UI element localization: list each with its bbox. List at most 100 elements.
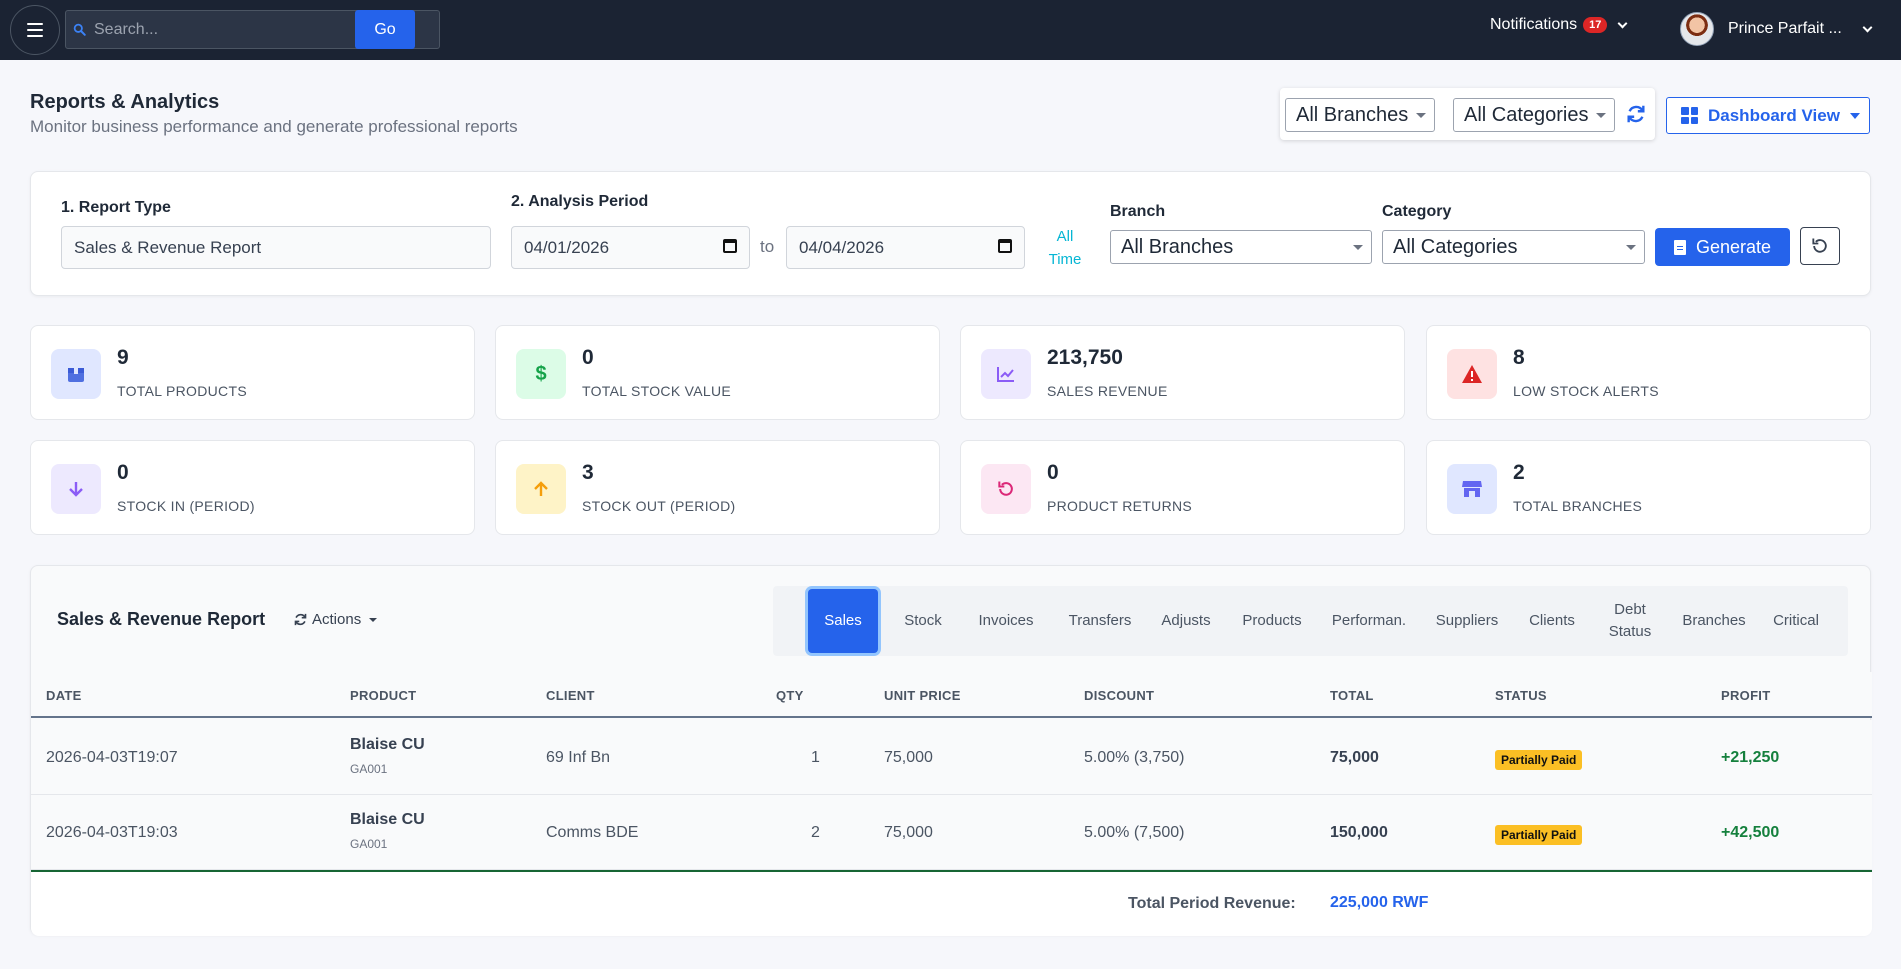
tab-branches[interactable]: Branches (1673, 586, 1755, 656)
status-badge: Partially Paid (1495, 825, 1583, 845)
caret-down-icon (1596, 113, 1606, 118)
grid-icon (1681, 107, 1698, 124)
notifications-label: Notifications (1490, 16, 1578, 33)
status-badge: Partially Paid (1495, 750, 1583, 770)
start-date-value: 04/01/2026 (524, 237, 610, 257)
tab-products[interactable]: Products (1229, 586, 1315, 656)
header-branch-select[interactable]: All Branches (1285, 98, 1435, 132)
report-title: Sales & Revenue Report (57, 609, 266, 629)
table-header: DATE PRODUCT CLIENT QTY UNIT PRICE DISCO… (31, 672, 1872, 718)
col-total[interactable]: TOTAL (1330, 688, 1374, 703)
warning-icon (1447, 349, 1497, 399)
search-icon (73, 23, 86, 36)
col-product[interactable]: PRODUCT (350, 688, 416, 703)
branch-select[interactable]: All Branches (1110, 230, 1372, 264)
box-icon (51, 349, 101, 399)
dashboard-view-button[interactable]: Dashboard View (1666, 97, 1870, 134)
report-type-select[interactable]: Sales & Revenue Report (61, 226, 491, 269)
col-client[interactable]: CLIENT (546, 688, 595, 703)
tab-clients[interactable]: Clients (1517, 586, 1587, 656)
search-go-button[interactable]: Go (355, 10, 415, 49)
user-menu[interactable]: Prince Parfait ... (1680, 12, 1873, 46)
tab-performance[interactable]: Performan. (1321, 586, 1417, 656)
user-name: Prince Parfait ... (1728, 20, 1842, 37)
caret-down-icon (1353, 245, 1363, 250)
stat-value: 0 (582, 346, 594, 369)
undo-icon (1812, 238, 1827, 253)
tab-debt-status[interactable]: Debt Status (1595, 586, 1665, 656)
tab-transfers[interactable]: Transfers (1055, 586, 1145, 656)
table-row[interactable]: 2026-04-03T19:07 Blaise CU GA001 69 Inf … (31, 720, 1872, 795)
col-status[interactable]: STATUS (1495, 688, 1547, 703)
end-date-value: 04/04/2026 (799, 237, 885, 257)
caret-down-icon (1626, 245, 1636, 250)
stat-value: 3 (582, 461, 594, 484)
caret-down-icon (369, 617, 378, 622)
stat-value: 9 (117, 346, 129, 369)
col-qty[interactable]: QTY (776, 688, 804, 703)
col-discount[interactable]: DISCOUNT (1084, 688, 1154, 703)
caret-down-icon (1849, 112, 1860, 119)
cell-sku: GA001 (350, 837, 388, 851)
actions-dropdown[interactable]: Actions (293, 611, 378, 628)
branch-select-value: All Branches (1121, 236, 1234, 258)
chart-line-icon (981, 349, 1031, 399)
stat-value: 0 (1047, 461, 1059, 484)
generate-button[interactable]: Generate (1655, 228, 1790, 266)
stat-card-total-stock-value: $ 0 TOTAL STOCK VALUE (495, 325, 940, 420)
stat-label: STOCK IN (PERIOD) (117, 498, 255, 514)
cell-discount: 5.00% (7,500) (1084, 824, 1185, 841)
stat-card-stock-out: 3 STOCK OUT (PERIOD) (495, 440, 940, 535)
tab-critical[interactable]: Critical (1761, 586, 1831, 656)
cell-discount: 5.00% (3,750) (1084, 749, 1185, 766)
top-navbar: Go Notifications 17 Prince Parfait ... (0, 0, 1901, 60)
calendar-icon[interactable] (723, 239, 737, 253)
category-select[interactable]: All Categories (1382, 230, 1645, 264)
tab-adjusts[interactable]: Adjusts (1151, 586, 1221, 656)
calendar-icon[interactable] (998, 239, 1012, 253)
cell-sku: GA001 (350, 762, 388, 776)
cell-unit-price: 75,000 (884, 824, 933, 841)
cell-product: Blaise CU (350, 811, 425, 828)
stat-card-total-branches: 2 TOTAL BRANCHES (1426, 440, 1871, 535)
arrow-up-icon (516, 464, 566, 514)
tab-stock[interactable]: Stock (883, 586, 963, 656)
table-row[interactable]: 2026-04-03T19:03 Blaise CU GA001 Comms B… (31, 795, 1872, 870)
stat-label: LOW STOCK ALERTS (1513, 383, 1659, 399)
stat-card-sales-revenue: 213,750 SALES REVENUE (960, 325, 1405, 420)
report-card: Sales & Revenue Report Actions Sales Sto… (30, 565, 1872, 936)
refresh-icon[interactable] (1625, 103, 1647, 125)
end-date-input[interactable]: 04/04/2026 (786, 226, 1025, 269)
stat-card-low-stock-alerts: 8 LOW STOCK ALERTS (1426, 325, 1871, 420)
col-date[interactable]: DATE (46, 688, 82, 703)
reset-button[interactable] (1800, 227, 1840, 265)
caret-down-icon (1416, 113, 1426, 118)
menu-toggle-button[interactable] (10, 5, 60, 55)
chevron-down-icon (1862, 22, 1873, 32)
branch-label: Branch (1110, 203, 1166, 220)
cell-qty: 1 (811, 749, 820, 766)
header-filter-group: All Branches All Categories (1280, 88, 1655, 140)
notifications-count-badge: 17 (1583, 17, 1608, 33)
file-icon (1673, 239, 1686, 255)
tab-invoices[interactable]: Invoices (965, 586, 1047, 656)
tab-sales[interactable]: Sales (808, 589, 878, 653)
sync-icon (294, 613, 307, 626)
arrow-down-icon (51, 464, 101, 514)
col-unit-price[interactable]: UNIT PRICE (884, 688, 961, 703)
category-label: Category (1382, 203, 1452, 220)
cell-product: Blaise CU (350, 736, 425, 753)
notifications-dropdown[interactable]: Notifications 17 (1490, 16, 1628, 34)
analysis-period-label: 2. Analysis Period (511, 193, 649, 210)
cell-date: 2026-04-03T19:03 (46, 824, 178, 841)
header-branch-select-value: All Branches (1296, 104, 1409, 126)
start-date-input[interactable]: 04/01/2026 (511, 226, 750, 269)
stat-value: 0 (117, 461, 129, 484)
actions-label: Actions (312, 611, 362, 628)
all-time-link[interactable]: All Time (1047, 225, 1083, 271)
col-profit[interactable]: PROFIT (1721, 688, 1770, 703)
date-range-separator: to (760, 237, 775, 256)
tab-suppliers[interactable]: Suppliers (1423, 586, 1511, 656)
header-category-select[interactable]: All Categories (1453, 98, 1615, 132)
cell-total: 150,000 (1330, 824, 1388, 841)
